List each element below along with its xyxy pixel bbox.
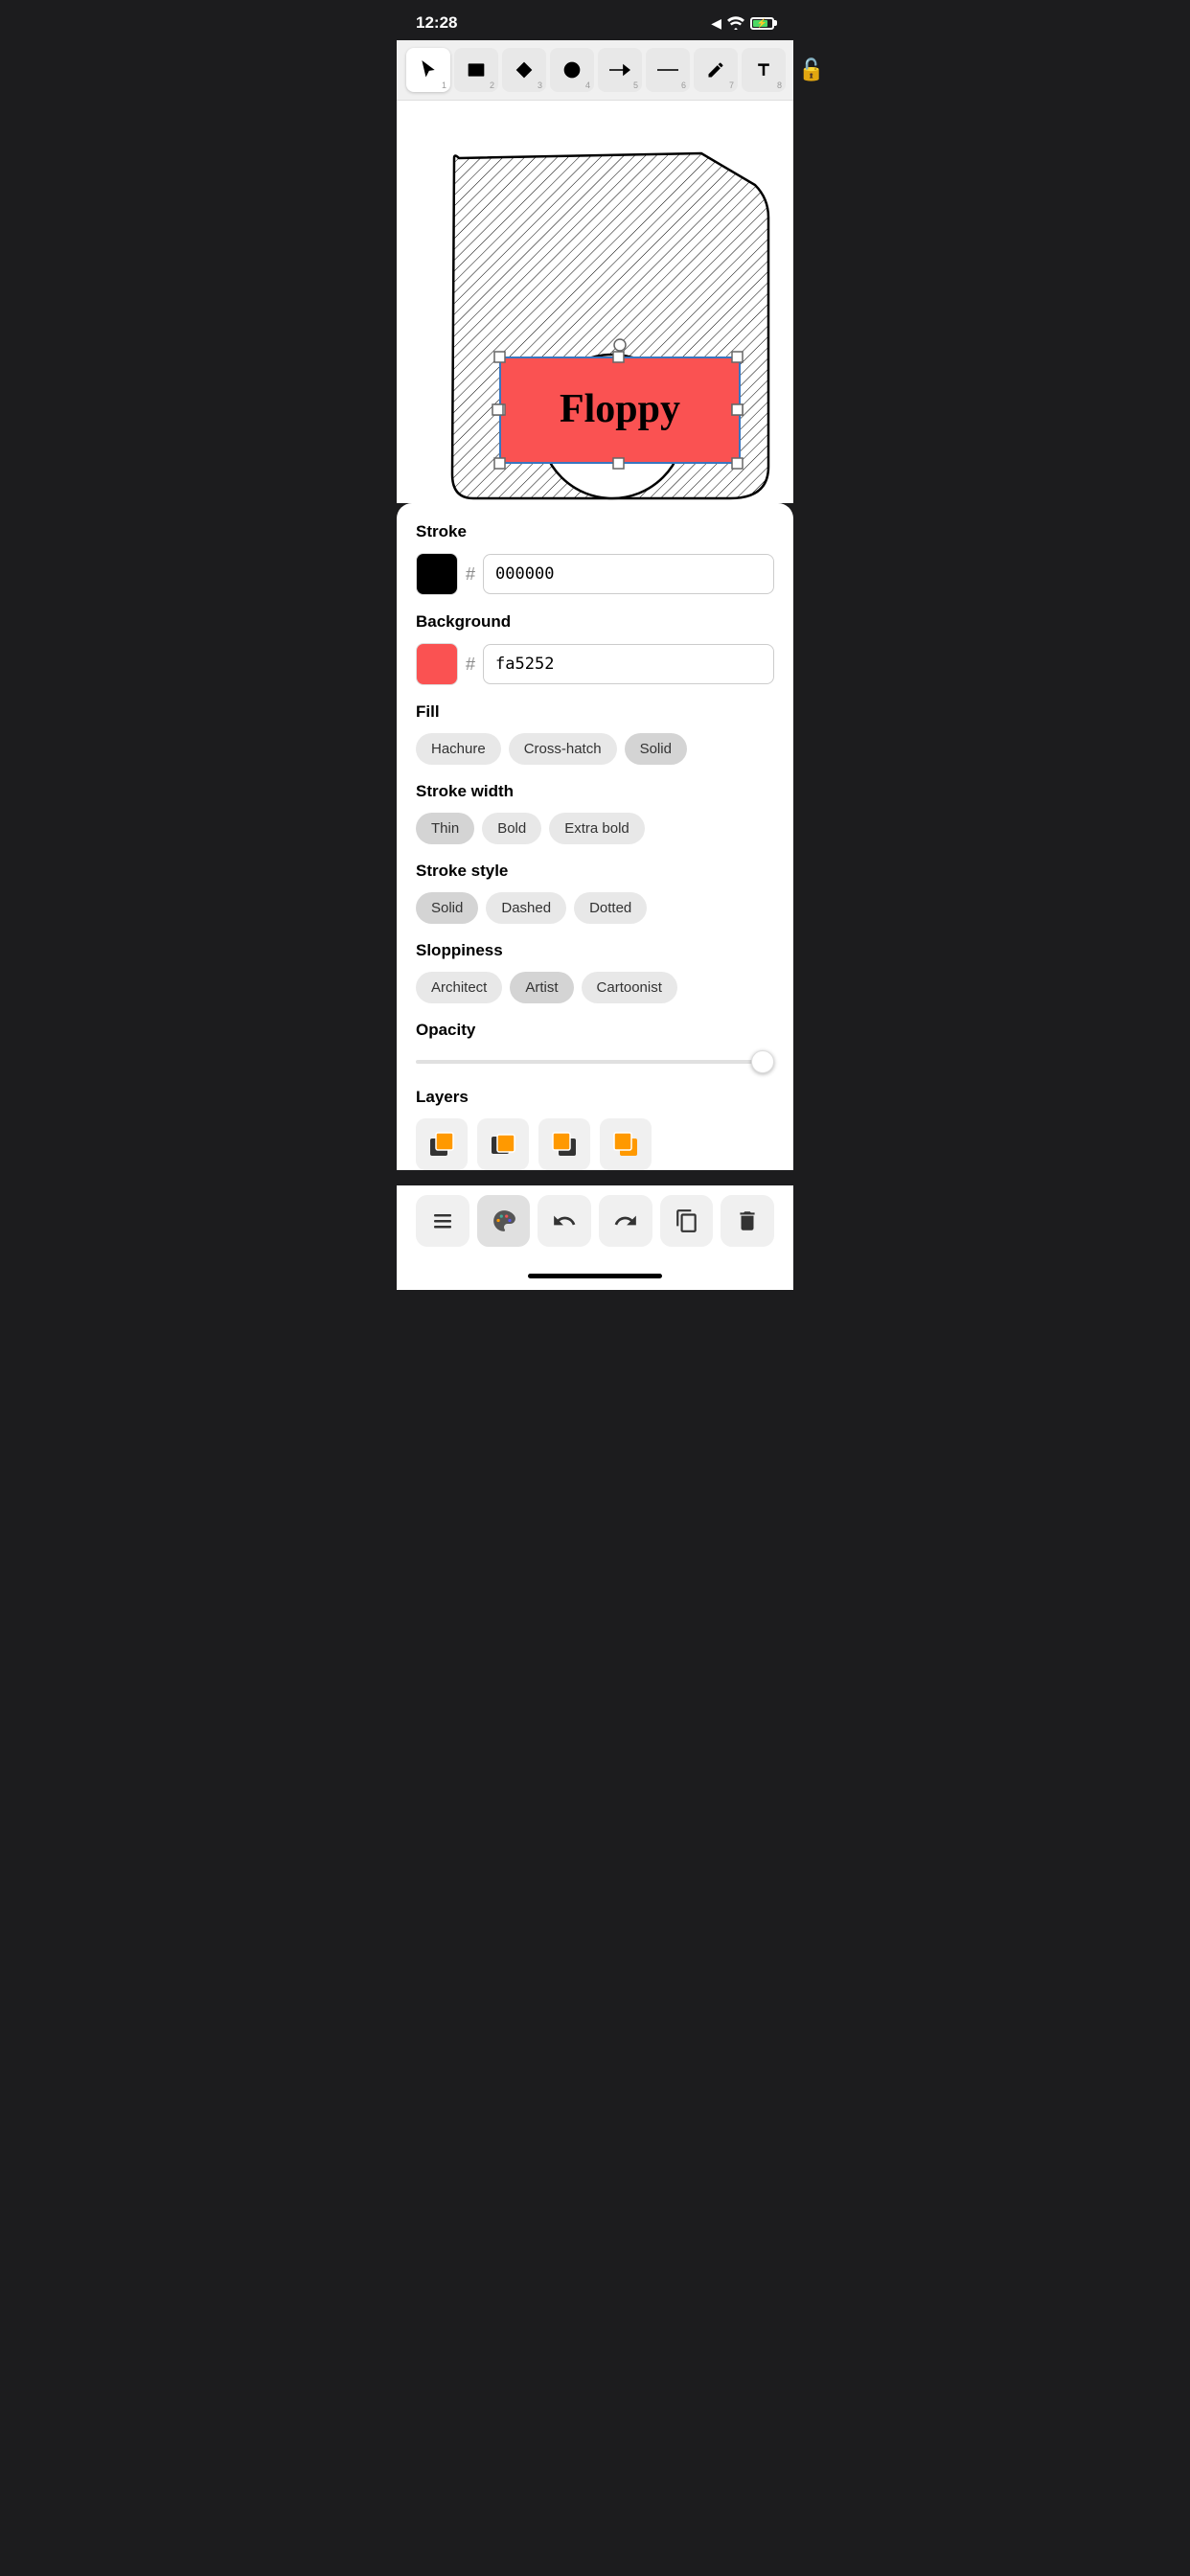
stroke-style-options: Solid Dashed Dotted	[416, 892, 774, 924]
send-to-back-icon	[426, 1129, 457, 1160]
canvas-drawing: Floppy	[397, 101, 793, 503]
background-color-input[interactable]	[483, 644, 774, 684]
layer-bring-forward[interactable]	[538, 1118, 590, 1170]
undo-icon	[552, 1208, 577, 1233]
opacity-slider-container	[416, 1051, 774, 1069]
bring-to-front-icon	[610, 1129, 641, 1160]
diamond-icon	[515, 60, 534, 80]
canvas-area[interactable]: Floppy	[397, 101, 793, 503]
stroke-width-thin[interactable]: Thin	[416, 813, 474, 844]
arrow-icon	[609, 60, 630, 80]
layers-label: Layers	[416, 1088, 774, 1107]
home-bar	[528, 1274, 662, 1278]
background-color-swatch[interactable]	[416, 643, 458, 685]
layer-icons-row	[416, 1118, 774, 1170]
background-hash: #	[466, 655, 475, 675]
toolbar: 1 2 3 4 5 6 7	[397, 40, 793, 101]
stroke-color-row: #	[416, 553, 774, 595]
location-icon: ◀	[711, 15, 721, 32]
tool-diamond[interactable]: 3	[502, 48, 546, 92]
fill-options: Hachure Cross-hatch Solid	[416, 733, 774, 765]
layer-bring-to-front[interactable]	[600, 1118, 652, 1170]
action-bar	[397, 1185, 793, 1266]
redo-icon	[613, 1208, 638, 1233]
home-indicator	[397, 1266, 793, 1290]
stroke-width-bold[interactable]: Bold	[482, 813, 541, 844]
undo-button[interactable]	[538, 1195, 591, 1247]
stroke-hash: #	[466, 564, 475, 585]
status-icons: ◀ ⚡	[711, 15, 774, 32]
tool-lock[interactable]: 🔓	[790, 48, 834, 92]
send-backward-icon	[488, 1129, 518, 1160]
status-bar: 12:28 ◀ ⚡	[397, 0, 793, 40]
circle-icon	[562, 60, 582, 80]
line-icon	[657, 60, 678, 80]
stroke-width-label: Stroke width	[416, 782, 774, 801]
hamburger-button[interactable]	[416, 1195, 469, 1247]
tool-pencil[interactable]: 7	[694, 48, 738, 92]
background-label: Background	[416, 612, 774, 632]
cursor-icon	[419, 60, 438, 80]
tool-number-5: 5	[633, 80, 638, 90]
sloppiness-cartoonist[interactable]: Cartoonist	[582, 972, 677, 1003]
background-color-row: #	[416, 643, 774, 685]
trash-icon	[735, 1208, 760, 1233]
tool-number-6: 6	[681, 80, 686, 90]
tool-select[interactable]: 1	[406, 48, 450, 92]
sloppiness-label: Sloppiness	[416, 941, 774, 960]
tool-rectangle[interactable]: 2	[454, 48, 498, 92]
tool-circle[interactable]: 4	[550, 48, 594, 92]
bolt-icon: ⚡	[757, 18, 767, 29]
delete-button[interactable]	[721, 1195, 774, 1247]
rect-icon	[467, 60, 486, 80]
fill-crosshatch[interactable]: Cross-hatch	[509, 733, 617, 765]
pencil-icon	[706, 60, 725, 80]
tool-number-3: 3	[538, 80, 542, 90]
stroke-label: Stroke	[416, 522, 774, 541]
tool-number-1: 1	[442, 80, 446, 90]
layers-section: Layers	[416, 1088, 774, 1170]
stroke-color-swatch[interactable]	[416, 553, 458, 595]
bring-forward-icon	[549, 1129, 580, 1160]
sloppiness-architect[interactable]: Architect	[416, 972, 502, 1003]
stroke-width-options: Thin Bold Extra bold	[416, 813, 774, 844]
stroke-style-dotted[interactable]: Dotted	[574, 892, 647, 924]
opacity-label: Opacity	[416, 1021, 774, 1040]
svg-text:Floppy: Floppy	[560, 387, 680, 431]
tool-number-4: 4	[585, 80, 590, 90]
tool-number-2: 2	[490, 80, 494, 90]
fill-solid[interactable]: Solid	[625, 733, 687, 765]
wifi-icon	[727, 16, 744, 30]
tool-text[interactable]: 8	[742, 48, 786, 92]
tool-number-7: 7	[729, 80, 734, 90]
duplicate-button[interactable]	[660, 1195, 714, 1247]
fill-hachure[interactable]: Hachure	[416, 733, 501, 765]
stroke-style-dashed[interactable]: Dashed	[486, 892, 566, 924]
hamburger-icon	[431, 1209, 454, 1232]
opacity-slider[interactable]	[416, 1060, 774, 1064]
palette-button[interactable]	[477, 1195, 531, 1247]
properties-panel: Stroke # Background # Fill Hachure Cross…	[397, 503, 793, 1170]
lock-icon: 🔓	[798, 58, 824, 82]
stroke-style-solid[interactable]: Solid	[416, 892, 478, 924]
tool-number-8: 8	[777, 80, 782, 90]
status-time: 12:28	[416, 13, 457, 33]
layer-send-backward[interactable]	[477, 1118, 529, 1170]
sloppiness-options: Architect Artist Cartoonist	[416, 972, 774, 1003]
battery-icon: ⚡	[750, 17, 774, 30]
stroke-color-input[interactable]	[483, 554, 774, 594]
text-icon	[754, 60, 773, 80]
sloppiness-artist[interactable]: Artist	[510, 972, 573, 1003]
tool-arrow[interactable]: 5	[598, 48, 642, 92]
stroke-width-extra-bold[interactable]: Extra bold	[549, 813, 645, 844]
stroke-style-label: Stroke style	[416, 862, 774, 881]
layer-send-to-back[interactable]	[416, 1118, 468, 1170]
fill-label: Fill	[416, 702, 774, 722]
duplicate-icon	[675, 1208, 699, 1233]
redo-button[interactable]	[599, 1195, 652, 1247]
palette-icon	[492, 1208, 516, 1233]
tool-line[interactable]: 6	[646, 48, 690, 92]
